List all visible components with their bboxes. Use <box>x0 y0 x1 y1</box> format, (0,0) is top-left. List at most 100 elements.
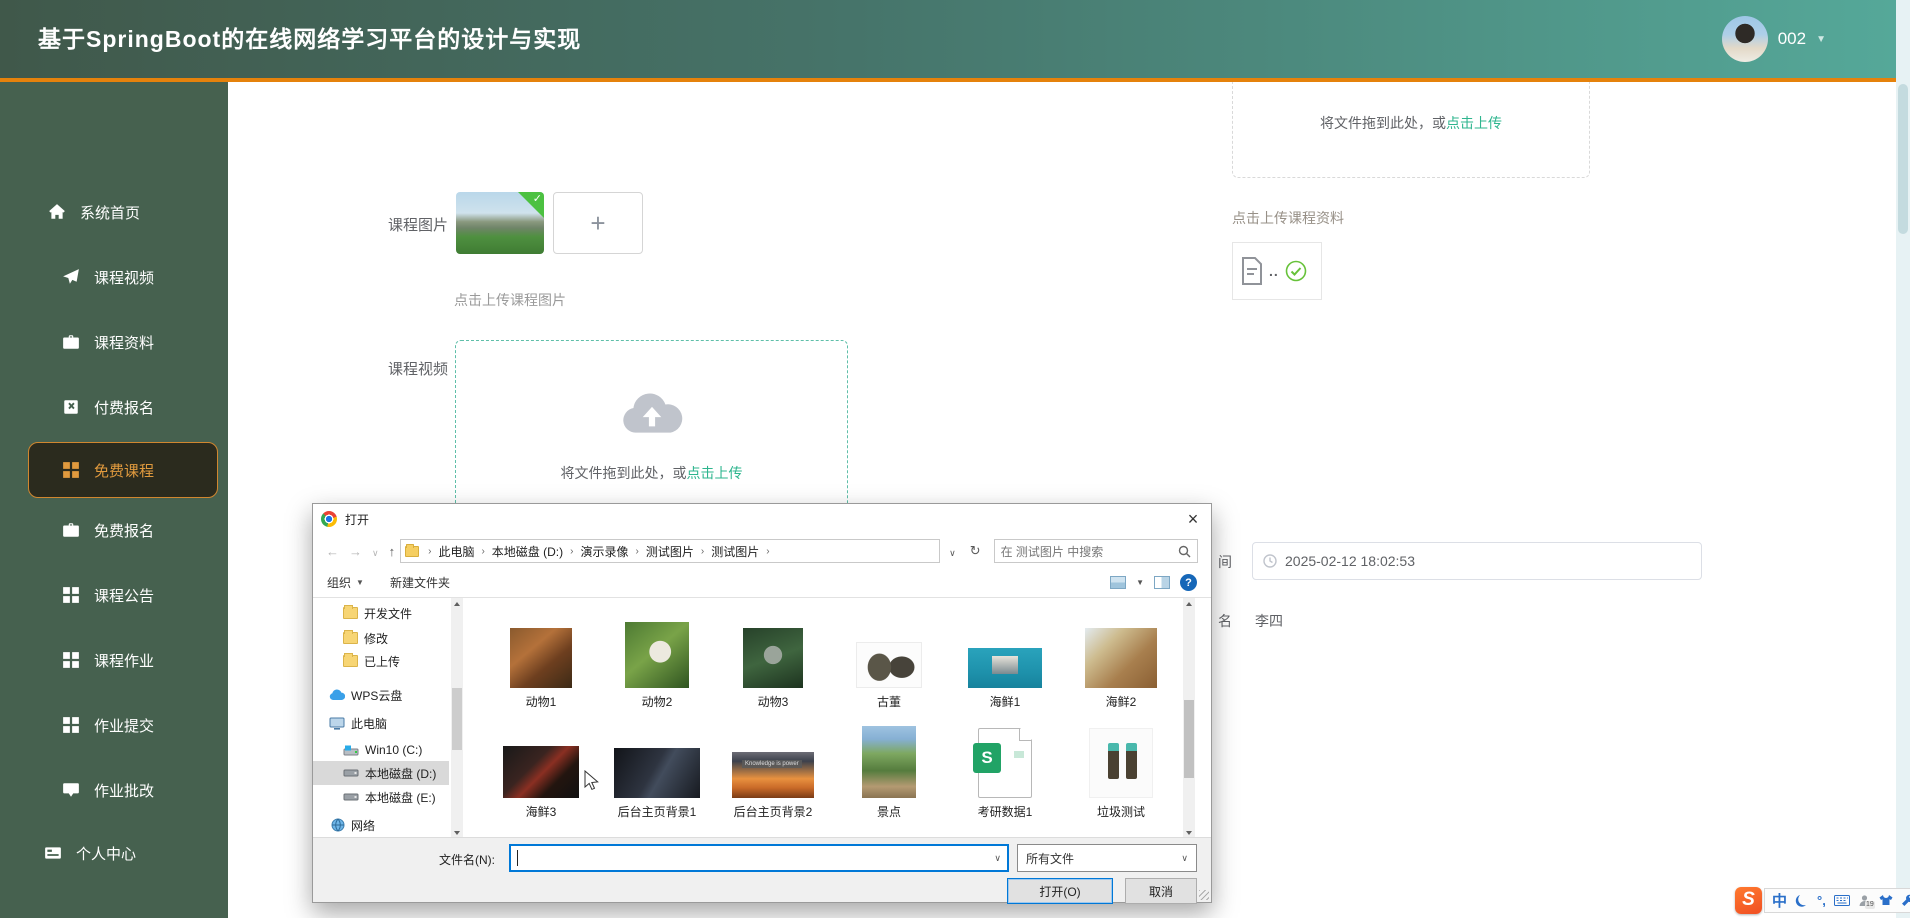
tree-scrollbar-thumb[interactable] <box>452 688 462 750</box>
file-item[interactable]: 动物2 <box>601 610 713 710</box>
scroll-up-icon[interactable] <box>1183 598 1195 610</box>
page-scrollbar-thumb[interactable] <box>1898 84 1908 234</box>
preview-pane-icon[interactable] <box>1154 576 1170 589</box>
cancel-button[interactable]: 取消 <box>1125 878 1197 904</box>
material-drop-text: 将文件拖到此处，或点击上传 <box>1233 113 1589 133</box>
sogou-logo-icon[interactable]: S <box>1735 887 1762 914</box>
file-grid-scrollbar-thumb[interactable] <box>1184 700 1194 778</box>
ime-language-indicator[interactable]: 中 <box>1772 890 1787 911</box>
file-grid-scrollbar[interactable] <box>1183 598 1195 839</box>
file-thumbnail <box>862 726 916 798</box>
tree-item[interactable]: 开发文件 <box>313 601 449 625</box>
address-dropdown-icon[interactable] <box>944 544 961 559</box>
user-menu[interactable]: 002 ▼ <box>1722 0 1826 78</box>
chevron-down-icon[interactable]: ▼ <box>1816 34 1826 45</box>
tree-item[interactable]: 此电脑 <box>313 711 449 735</box>
sidebar-item-label: 免费报名 <box>94 520 154 541</box>
network-icon <box>331 818 345 832</box>
tree-item-selected[interactable]: 本地磁盘 (D:) <box>313 761 449 785</box>
open-button[interactable]: 打开(O) <box>1007 878 1113 904</box>
view-mode-icon[interactable] <box>1110 576 1126 589</box>
page-scrollbar[interactable] <box>1896 0 1910 918</box>
wrench-icon[interactable] <box>1901 894 1910 907</box>
datetime-input[interactable]: 2025-02-12 18:02:53 <box>1252 542 1702 580</box>
file-item[interactable]: 海鲜3 <box>485 716 597 820</box>
view-mode-chevron-icon[interactable] <box>1136 578 1144 587</box>
dialog-titlebar[interactable]: 打开 <box>313 504 1211 534</box>
forward-icon[interactable] <box>344 544 367 559</box>
file-item[interactable]: 后台主页背景1 <box>601 716 713 820</box>
file-item[interactable]: S 考研数据1 <box>949 716 1061 820</box>
sidebar-item-free-course[interactable]: 免费课程 <box>62 450 154 490</box>
up-icon[interactable] <box>384 544 401 559</box>
moon-icon[interactable] <box>1795 893 1809 907</box>
folder-icon <box>343 632 358 644</box>
search-input[interactable]: 在 测试图片 中搜索 <box>994 539 1198 563</box>
add-image-button[interactable]: + <box>553 192 643 254</box>
avatar[interactable] <box>1722 16 1768 62</box>
filename-input[interactable] <box>509 844 1009 872</box>
file-thumbnail <box>856 642 922 688</box>
file-item[interactable]: 古董 <box>833 610 945 710</box>
sidebar-item-course-homework[interactable]: 课程作业 <box>62 640 154 680</box>
tshirt-icon[interactable] <box>1879 894 1893 906</box>
new-folder-button[interactable]: 新建文件夹 <box>390 574 450 591</box>
address-controls <box>944 543 986 559</box>
breadcrumb-item[interactable]: 测试图片 <box>644 543 696 560</box>
tree-scrollbar[interactable] <box>451 598 463 839</box>
breadcrumb-item[interactable]: 测试图片 <box>709 543 761 560</box>
dialog-footer: 文件名(N): 所有文件 打开(O) 取消 <box>313 837 1211 902</box>
close-icon[interactable] <box>1175 504 1211 534</box>
tree-item[interactable]: 已上传 <box>313 649 449 673</box>
sidebar-item-profile[interactable]: 个人中心 <box>44 833 136 873</box>
file-item[interactable]: Knowledge is power 后台主页背景2 <box>717 716 829 820</box>
tree-item[interactable]: 本地磁盘 (E:) <box>313 785 449 809</box>
search-placeholder: 在 测试图片 中搜索 <box>1001 543 1178 560</box>
breadcrumb-item[interactable]: 此电脑 <box>436 543 476 560</box>
filename-dropdown-icon[interactable] <box>994 853 1001 864</box>
keyboard-icon[interactable] <box>1834 895 1850 906</box>
file-item[interactable]: 动物1 <box>485 610 597 710</box>
history-chevron-icon[interactable] <box>367 544 384 559</box>
ime-punctuation-indicator[interactable]: °, <box>1817 893 1826 908</box>
file-item[interactable]: 垃圾测试 <box>1065 716 1177 820</box>
breadcrumb-item[interactable]: 演示录像 <box>578 543 630 560</box>
chevron-separator-icon <box>567 546 576 557</box>
file-thumbnail: Knowledge is power <box>732 752 814 798</box>
filetype-select[interactable]: 所有文件 <box>1017 844 1197 872</box>
resize-grip[interactable] <box>1199 890 1209 900</box>
uploaded-file-chip[interactable]: .. <box>1232 242 1322 300</box>
help-icon[interactable] <box>1180 574 1197 591</box>
organize-menu[interactable]: 组织 <box>327 574 364 591</box>
breadcrumb-item[interactable]: 本地磁盘 (D:) <box>490 543 565 560</box>
sidebar-item-homework-review[interactable]: 作业批改 <box>62 770 154 810</box>
file-item[interactable]: 海鲜2 <box>1065 610 1177 710</box>
sidebar-item-course-video[interactable]: 课程视频 <box>62 257 154 297</box>
chevron-separator-icon <box>763 546 772 557</box>
file-item[interactable]: 海鲜1 <box>949 610 1061 710</box>
chat-icon <box>62 781 80 799</box>
tree-item[interactable]: 网络 <box>313 813 449 837</box>
material-hint: 点击上传课程资料 <box>1232 208 1344 228</box>
sidebar-item-course-notice[interactable]: 课程公告 <box>62 575 154 615</box>
file-thumbnail <box>503 746 579 798</box>
course-image-thumbnail[interactable]: ✓ <box>456 192 544 254</box>
file-item[interactable]: 动物3 <box>717 610 829 710</box>
file-item[interactable]: 景点 <box>833 716 945 820</box>
sidebar-item-homework-submit[interactable]: 作业提交 <box>62 705 154 745</box>
user-icon[interactable]: 19 <box>1858 894 1871 907</box>
sidebar-item-free-enroll[interactable]: 免费报名 <box>62 510 154 550</box>
ime-badge: 19 <box>1865 901 1875 909</box>
scroll-up-icon[interactable] <box>451 598 463 610</box>
breadcrumb[interactable]: 此电脑 本地磁盘 (D:) 演示录像 测试图片 测试图片 <box>400 539 940 563</box>
tree-item[interactable]: 修改 <box>313 626 449 650</box>
material-upload-link[interactable]: 点击上传 <box>1446 115 1502 131</box>
tree-item[interactable]: WPS云盘 <box>313 683 449 707</box>
refresh-icon[interactable] <box>965 543 986 559</box>
video-upload-link[interactable]: 点击上传 <box>687 465 743 481</box>
back-icon[interactable] <box>321 544 344 559</box>
sidebar-item-home[interactable]: 系统首页 <box>48 192 140 232</box>
tree-item[interactable]: Win10 (C:) <box>313 738 449 762</box>
sidebar-item-paid-enroll[interactable]: 付费报名 <box>62 387 154 427</box>
sidebar-item-course-material[interactable]: 课程资料 <box>62 322 154 362</box>
